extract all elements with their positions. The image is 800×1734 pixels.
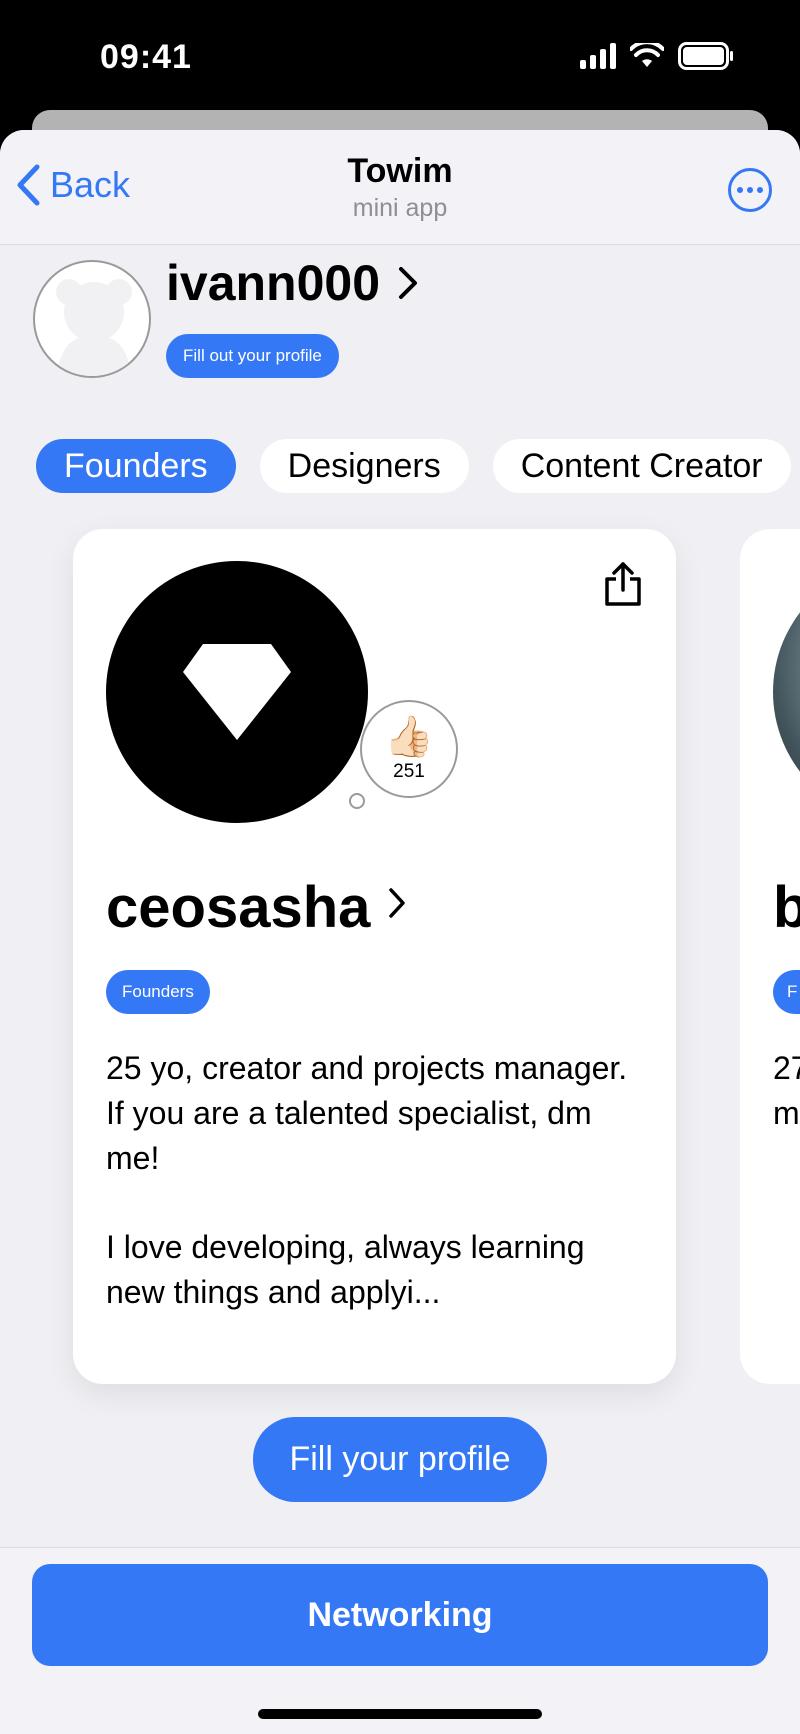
bio-line: m [773,1095,800,1131]
app-title: Towim [347,152,453,190]
signal-icon [580,43,616,69]
category-tabs: Founders Designers Content Creator [36,439,791,493]
wifi-icon [630,43,664,67]
like-bubble[interactable]: 👍🏻 251 [360,700,458,798]
tab-founders[interactable]: Founders [36,439,236,493]
profile-name: ceosasha [106,875,371,940]
profile-name-link[interactable]: ceosasha [106,874,406,941]
home-indicator[interactable] [258,1709,542,1719]
profile-bio: 27 m [773,1046,800,1136]
bottom-bar: Networking [0,1547,800,1734]
networking-button[interactable]: Networking [32,1564,768,1666]
profile-avatar[interactable] [106,561,368,823]
chevron-right-icon [399,267,418,299]
bio-line: 27 [773,1050,800,1086]
fill-out-profile-chip[interactable]: Fill out your profile [166,334,339,378]
profile-avatar [773,561,800,823]
bear-placeholder-icon [56,279,132,376]
username: ivann000 [166,255,381,311]
diamond-icon [183,644,291,740]
profile-card[interactable]: 👍🏻 251 ceosasha Founders 25 yo, creator … [73,529,676,1384]
status-icons [580,42,734,70]
battery-icon [678,42,733,70]
tab-content-creators[interactable]: Content Creator [492,439,791,493]
profile-bio: 25 yo, creator and projects manager. If … [106,1046,646,1315]
share-icon[interactable] [604,561,642,612]
tab-designers[interactable]: Designers [259,439,469,493]
chevron-right-icon [389,887,406,918]
ellipsis-circle-icon[interactable] [728,168,772,212]
avatar[interactable] [33,260,151,378]
status-bar: 09:41 [0,0,800,110]
status-time: 09:41 [100,38,192,76]
bio-paragraph: 25 yo, creator and projects manager. If … [106,1050,628,1176]
navigation-bar: Back Towim mini app [0,130,800,245]
fill-profile-button[interactable]: Fill your profile [253,1417,547,1502]
like-count: 251 [393,761,425,782]
mini-app-sheet: Back Towim mini app ivann000 Fill out yo… [0,130,800,1734]
category-badge: Founders [106,970,210,1014]
profile-name: b [773,875,800,940]
bio-paragraph: I love developing, always learning new t… [106,1229,585,1310]
username-link[interactable]: ivann000 [166,254,418,312]
app-subtitle: mini app [352,194,448,222]
bubble-tail-dot [349,793,365,809]
next-profile-card[interactable]: b F 27 m [740,529,800,1384]
thumbs-up-icon: 👍🏻 [384,715,434,759]
category-badge: F [773,970,800,1014]
